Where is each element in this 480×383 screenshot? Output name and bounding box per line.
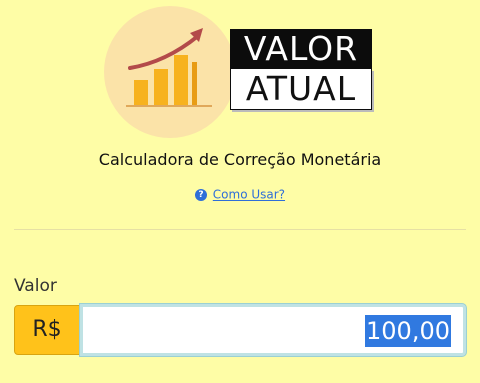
value-label: Valor bbox=[14, 276, 57, 296]
logo-word-valor: VALOR bbox=[230, 29, 372, 69]
value-input[interactable]: 100,00 bbox=[80, 304, 466, 356]
page-title: Calculadora de Correção Monetária bbox=[98, 150, 382, 169]
divider bbox=[14, 229, 466, 230]
value-input-text[interactable]: 100,00 bbox=[365, 315, 451, 347]
help-link-container: ? Como Usar? bbox=[0, 187, 480, 202]
logo-wordmark: VALOR ATUAL bbox=[230, 29, 372, 111]
logo: VALOR ATUAL bbox=[104, 6, 376, 138]
how-to-use-link[interactable]: Como Usar? bbox=[213, 188, 285, 202]
currency-prefix: R$ bbox=[14, 305, 80, 355]
question-icon[interactable]: ? bbox=[194, 188, 207, 201]
logo-word-atual: ATUAL bbox=[230, 69, 372, 110]
chart-logo-icon bbox=[126, 28, 212, 107]
